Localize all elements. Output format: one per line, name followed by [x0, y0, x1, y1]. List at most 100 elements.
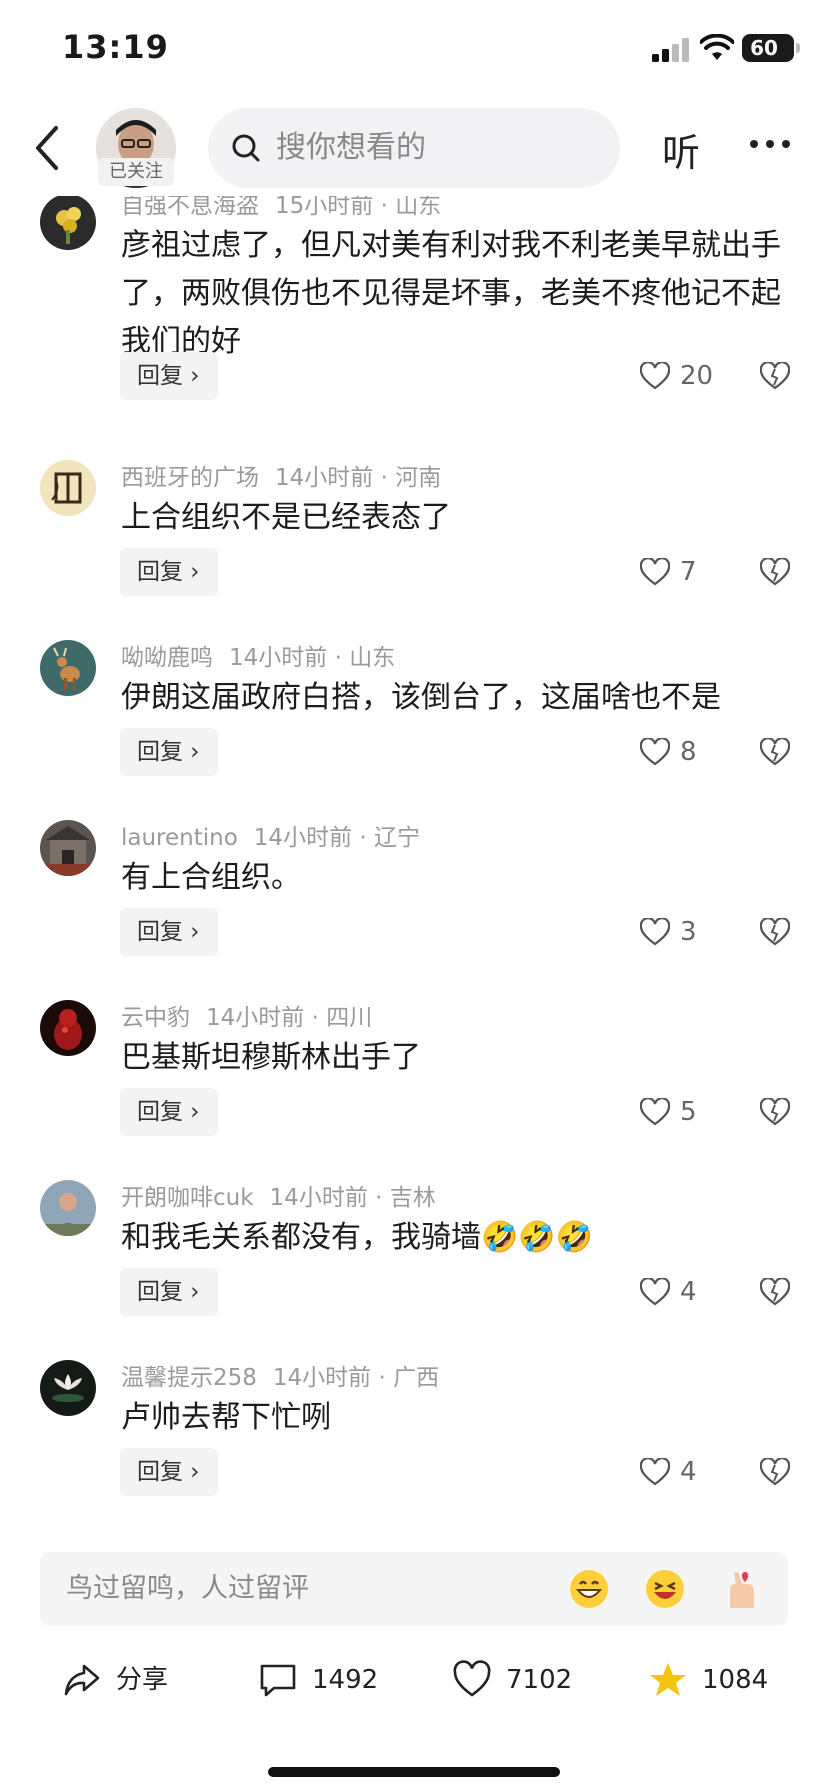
laughing-emoji-icon[interactable]: [644, 1568, 686, 1610]
battery-icon: 60: [742, 34, 800, 62]
reply-button[interactable]: 回复 ›: [120, 908, 218, 956]
like-count: 7: [680, 557, 697, 587]
comment-time: 14小时前: [272, 1365, 372, 1391]
comment-text: 巴基斯坦穆斯林出手了: [121, 1040, 421, 1075]
comment-meta: 温馨提示258 14小时前 · 广西: [121, 1365, 440, 1391]
comment-text: 卢帅去帮下忙咧: [121, 1400, 331, 1435]
comment-meta: 呦呦鹿鸣 14小时前 · 山东: [121, 645, 396, 671]
commenter-name[interactable]: 温馨提示258: [121, 1365, 257, 1391]
comment-time: 15小时前: [275, 196, 374, 219]
comment-text: 彦祖过虑了，但凡对美有利对我不利老美早就出手了，两败俱伤也不见得是坏事，老美不疼…: [121, 228, 781, 359]
comment-time: 14小时前: [269, 1185, 368, 1211]
battery-level: 60: [750, 36, 778, 60]
broken-heart-icon[interactable]: [760, 1278, 790, 1306]
commenter-avatar[interactable]: [40, 640, 96, 696]
followed-badge[interactable]: 已关注: [98, 158, 174, 186]
commenter-name[interactable]: 西班牙的广场: [121, 465, 259, 491]
comment-list: 自强不息海盗 15小时前 · 山东 彦祖过虑了，但凡对美有利对我不利老美早就出手了…: [0, 196, 828, 1546]
comment-location: 山东: [349, 645, 396, 671]
comment-text: 和我毛关系都没有，我骑墙🤣🤣🤣: [121, 1220, 594, 1255]
heart-icon: [640, 558, 670, 586]
commenter-name[interactable]: 自强不息海盗: [121, 196, 259, 219]
broken-heart-icon[interactable]: [760, 918, 790, 946]
comment-location: 河南: [395, 465, 442, 491]
top-nav-bar: 已关注 搜你想看的 听: [0, 100, 828, 196]
comment-meta: 开朗咖啡cuk 14小时前 · 吉林: [121, 1185, 436, 1211]
comment-meta: 云中豹 14小时前 · 四川: [121, 1005, 373, 1031]
comment-time: 14小时前: [253, 825, 353, 851]
broken-heart-icon[interactable]: [760, 1098, 790, 1126]
like-count: 4: [680, 1277, 697, 1307]
broken-heart-icon[interactable]: [760, 558, 790, 586]
comment-icon: [260, 1664, 296, 1697]
reply-button[interactable]: 回复 ›: [120, 1268, 218, 1316]
reply-button[interactable]: 回复 ›: [120, 1448, 218, 1496]
listen-button[interactable]: 听: [662, 122, 700, 177]
comment-meta: 自强不息海盗 15小时前 · 山东: [121, 196, 441, 220]
commenter-avatar[interactable]: [40, 196, 96, 250]
status-time: 13:19: [62, 28, 169, 66]
reply-button[interactable]: 回复 ›: [120, 1088, 218, 1136]
comment-text: 上合组织不是已经表态了: [121, 500, 451, 535]
share-icon: [64, 1664, 100, 1696]
comment-input[interactable]: 鸟过留鸣，人过留评: [40, 1552, 788, 1626]
comment-count: 1492: [312, 1665, 379, 1695]
cellular-signal-icon: [652, 38, 689, 62]
comment-time: 14小时前: [275, 465, 374, 491]
comment-location: 辽宁: [374, 825, 421, 851]
commenter-name[interactable]: 云中豹: [121, 1005, 190, 1031]
comment-location: 吉林: [389, 1185, 436, 1211]
more-options-icon[interactable]: [748, 138, 792, 150]
heart-icon: [640, 1458, 670, 1486]
heart-icon: [640, 918, 670, 946]
broken-heart-icon[interactable]: [760, 1458, 790, 1486]
search-placeholder: 搜你想看的: [276, 130, 426, 165]
reply-button[interactable]: 回复 ›: [120, 548, 218, 596]
heart-icon: [640, 1098, 670, 1126]
back-arrow-icon[interactable]: [28, 122, 68, 174]
search-bar[interactable]: 搜你想看的: [208, 108, 620, 188]
commenter-name[interactable]: 呦呦鹿鸣: [121, 645, 213, 671]
like-count: 4: [680, 1457, 697, 1487]
share-label: 分享: [116, 1665, 169, 1695]
commenter-avatar[interactable]: [40, 1360, 96, 1416]
comment-meta: 西班牙的广场 14小时前 · 河南: [121, 465, 442, 491]
like-count: 3: [680, 917, 697, 947]
comment-input-placeholder: 鸟过留鸣，人过留评: [66, 1573, 309, 1604]
comment-location: 四川: [326, 1005, 373, 1031]
commenter-avatar[interactable]: [40, 1180, 96, 1236]
home-indicator: [268, 1767, 560, 1777]
bottom-action-bar: 分享 1492 7102 1084: [0, 1640, 828, 1720]
heart-icon: [640, 738, 670, 766]
status-bar: 13:19 60: [0, 0, 828, 100]
heart-icon: [640, 362, 670, 390]
grinning-emoji-icon[interactable]: [568, 1568, 610, 1610]
commenter-avatar[interactable]: [40, 820, 96, 876]
broken-heart-icon[interactable]: [760, 362, 790, 390]
reply-button[interactable]: 回复 ›: [120, 352, 218, 400]
star-icon: [650, 1663, 686, 1696]
commenter-name[interactable]: laurentino: [121, 825, 238, 851]
reply-button[interactable]: 回复 ›: [120, 728, 218, 776]
comment-text: 伊朗这届政府白搭，该倒台了，这届啥也不是: [121, 680, 721, 715]
search-icon: [232, 134, 260, 162]
comment-location: 广西: [393, 1365, 440, 1391]
commenter-name[interactable]: 开朗咖啡cuk: [121, 1185, 254, 1211]
like-count-total: 7102: [506, 1665, 573, 1695]
comment-time: 14小时前: [229, 645, 328, 671]
broken-heart-icon[interactable]: [760, 738, 790, 766]
comment-meta: laurentino 14小时前 · 辽宁: [121, 825, 421, 851]
heart-icon: [453, 1660, 491, 1697]
like-count: 5: [680, 1097, 697, 1127]
heart-icon: [640, 1278, 670, 1306]
comment-time: 14小时前: [206, 1005, 305, 1031]
wifi-icon: [700, 34, 734, 60]
commenter-avatar[interactable]: [40, 460, 96, 516]
commenter-avatar[interactable]: [40, 1000, 96, 1056]
comment-text: 有上合组织。: [121, 860, 301, 895]
finger-heart-emoji-icon[interactable]: [720, 1568, 762, 1610]
like-count: 20: [680, 361, 714, 391]
comment-location: 山东: [395, 196, 442, 219]
favorite-count: 1084: [702, 1665, 769, 1695]
like-count: 8: [680, 737, 697, 767]
